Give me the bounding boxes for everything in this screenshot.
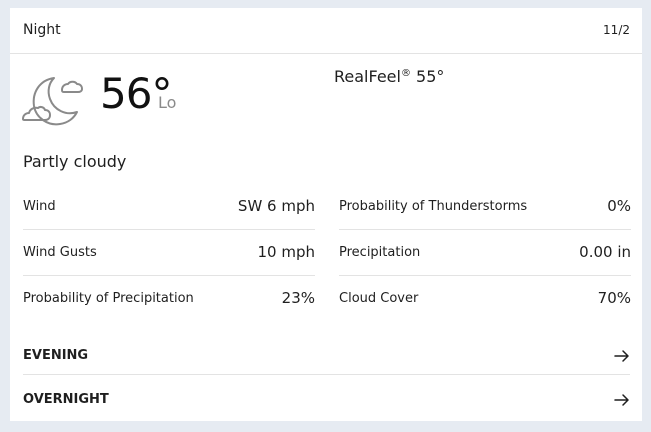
- card-header: Night 11/2: [10, 8, 642, 54]
- details-panel: Wind SW 6 mph Wind Gusts 10 mph Probabil…: [23, 184, 632, 322]
- detail-label: Probability of Thunderstorms: [339, 199, 528, 214]
- detail-label: Probability of Precipitation: [23, 291, 194, 306]
- detail-row-precipitation: Precipitation 0.00 in: [339, 230, 631, 276]
- detail-value: 0.00 in: [579, 243, 631, 261]
- detail-row-wind: Wind SW 6 mph: [23, 184, 315, 230]
- realfeel: RealFeel® 55°: [334, 67, 444, 86]
- detail-row-wind-gusts: Wind Gusts 10 mph: [23, 230, 315, 276]
- overnight-link-label: OVERNIGHT: [23, 392, 109, 407]
- moon-cloud-icon: [20, 70, 84, 130]
- realfeel-mark: ®: [400, 68, 411, 79]
- arrow-right-icon: [614, 392, 630, 406]
- weather-phrase: Partly cloudy: [23, 152, 127, 171]
- detail-value: 70%: [597, 289, 631, 307]
- realfeel-value: 55°: [416, 67, 445, 86]
- night-forecast-card: Night 11/2 56° Lo RealFeel® 55° Partly c…: [10, 8, 642, 421]
- detail-value: 23%: [281, 289, 315, 307]
- realfeel-label: RealFeel: [334, 67, 401, 86]
- detail-value: 0%: [607, 197, 631, 215]
- detail-value: SW 6 mph: [237, 197, 315, 215]
- arrow-right-icon: [614, 348, 630, 362]
- detail-row-cloud-cover: Cloud Cover 70%: [339, 276, 631, 322]
- detail-row-precip-probability: Probability of Precipitation 23%: [23, 276, 315, 322]
- detail-label: Wind: [23, 199, 56, 214]
- detail-value: 10 mph: [257, 243, 316, 261]
- temperature-label: Lo: [158, 93, 177, 112]
- evening-link-label: EVENING: [23, 348, 89, 363]
- evening-link[interactable]: EVENING: [23, 335, 630, 375]
- overnight-link[interactable]: OVERNIGHT: [23, 378, 630, 418]
- header-title: Night: [23, 22, 61, 38]
- detail-label: Precipitation: [339, 245, 421, 260]
- header-date: 11/2: [603, 23, 630, 37]
- detail-label: Wind Gusts: [23, 245, 97, 260]
- detail-row-thunderstorms: Probability of Thunderstorms 0%: [339, 184, 631, 230]
- detail-label: Cloud Cover: [339, 291, 419, 306]
- details-left-column: Wind SW 6 mph Wind Gusts 10 mph Probabil…: [23, 184, 315, 322]
- details-right-column: Probability of Thunderstorms 0% Precipit…: [339, 184, 631, 322]
